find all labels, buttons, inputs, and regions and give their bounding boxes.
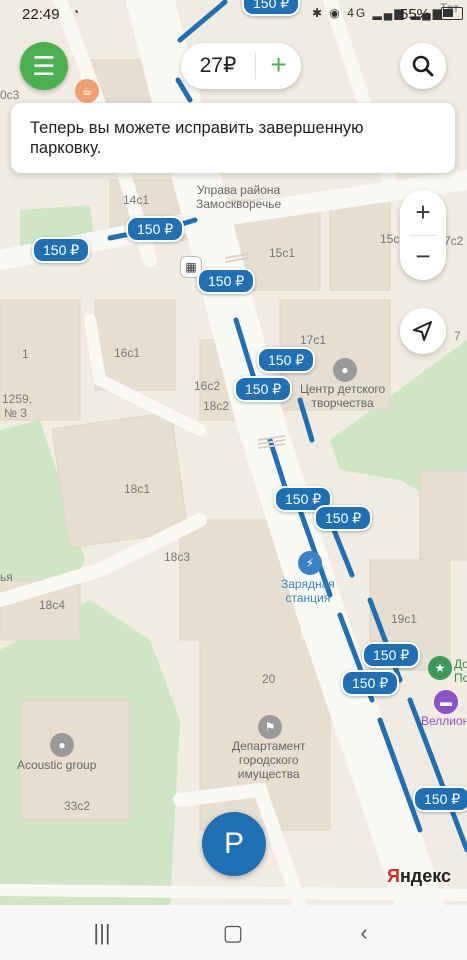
parking-price-badge[interactable]: 150 ₽ <box>362 642 421 668</box>
bed-poi-icon[interactable]: ▬ <box>434 690 458 714</box>
map-label-19c1: 19с1 <box>391 612 418 626</box>
map-label-po: По <box>454 671 467 685</box>
star-poi-icon[interactable]: ★ <box>428 656 452 680</box>
zoom-out-button[interactable]: − <box>400 234 446 278</box>
map-label-charging-station: Зарядная станция <box>281 577 335 605</box>
map-label-1: 1 <box>22 347 29 361</box>
navigation-arrow-icon <box>413 321 432 341</box>
map-label-no3: № 3 <box>4 406 27 420</box>
parking-price-badge[interactable]: 150 ₽ <box>126 216 185 242</box>
map-label-16c1: 16с1 <box>114 346 141 360</box>
map-label-18c3: 18с3 <box>164 550 191 564</box>
balance-amount[interactable]: 27₽ <box>181 43 255 89</box>
parking-button[interactable]: P <box>202 812 266 876</box>
search-icon <box>412 55 434 77</box>
hamburger-icon: ☰ <box>32 51 56 81</box>
kids-center-poi-icon[interactable]: ● <box>333 358 357 382</box>
notification-toast[interactable]: Теперь вы можете исправить завершенную п… <box>11 103 455 173</box>
map-label-0c3: 0с3 <box>0 88 20 102</box>
parking-price-badge[interactable]: 150 ₽ <box>413 786 467 812</box>
back-icon[interactable]: ‹ <box>334 905 394 960</box>
search-button[interactable] <box>400 43 446 89</box>
map-label-district-admin: Управа района Замоскворечье <box>196 183 282 211</box>
battery-percent: 55% <box>400 6 431 23</box>
menu-button[interactable]: ☰ <box>20 42 68 90</box>
battery-icon <box>441 7 463 20</box>
map-label-kids-center: Центр детского творчества <box>300 382 386 410</box>
charging-station-icon[interactable]: ⚡ <box>298 551 322 575</box>
parking-price-badge[interactable]: 150 ₽ <box>341 670 400 696</box>
wifi-icon: ◔ <box>72 5 80 19</box>
map-label-7: 7 <box>454 329 461 343</box>
logo-rest: ндекс <box>399 866 452 886</box>
map-label-17c1: 17с1 <box>300 333 327 347</box>
map-label-department: Департамент городского имущества <box>232 739 306 781</box>
map-label-14c1: 14с1 <box>123 193 150 207</box>
map-label-18c4: 18с4 <box>39 598 66 612</box>
balance-pill[interactable]: 27₽ + <box>181 43 301 89</box>
system-navigation-bar: ||| ▢ ‹ <box>0 905 467 960</box>
zoom-in-button[interactable]: + <box>400 190 446 234</box>
map-label-15c: 15с <box>380 232 400 246</box>
parking-price-badge[interactable]: 150 ₽ <box>314 505 373 531</box>
yandex-logo: Яндекс <box>387 866 451 887</box>
status-bar: 22:49 ◔ ✱ ◉ 4G ▂▄▆ ▂▄▆ 55% <box>0 0 467 30</box>
home-icon[interactable]: ▢ <box>203 905 263 960</box>
map-label-ya: ья <box>0 570 13 584</box>
map-label-16c2: 16с2 <box>194 379 221 393</box>
flag-poi-icon[interactable]: ⚑ <box>258 715 282 739</box>
parking-price-badge[interactable]: 150 ₽ <box>32 237 91 263</box>
add-balance-button[interactable]: + <box>256 43 301 89</box>
cafe-poi-icon[interactable]: ☕ <box>75 79 99 103</box>
map-label-7c2: 7с2 <box>444 234 464 248</box>
map-label-vellion: Веллион <box>421 714 467 728</box>
acoustic-group-poi-icon[interactable]: ● <box>50 733 74 757</box>
parking-price-badge[interactable]: 150 ₽ <box>197 268 256 294</box>
map-label-20: 20 <box>262 672 276 686</box>
map-label-do: До <box>454 657 467 671</box>
map-label-18c2: 18с2 <box>203 399 230 413</box>
my-location-button[interactable] <box>400 308 446 354</box>
network-label: 4G <box>347 6 368 20</box>
zoom-control: + − <box>400 190 446 280</box>
map-label-33c2: 33с2 <box>64 799 91 813</box>
map-label-15c1: 15с1 <box>269 246 296 260</box>
status-time: 22:49 <box>22 6 60 23</box>
map-label-18c1: 18с1 <box>124 482 151 496</box>
parking-price-badge[interactable]: 150 ₽ <box>234 376 293 402</box>
parking-price-badge[interactable]: 150 ₽ <box>257 347 316 373</box>
map-label-acoustic-group: Acoustic group <box>17 758 97 772</box>
map-label-1259: 1259, <box>2 392 33 406</box>
logo-first-letter: Я <box>387 866 400 886</box>
recent-apps-icon[interactable]: ||| <box>72 905 132 960</box>
